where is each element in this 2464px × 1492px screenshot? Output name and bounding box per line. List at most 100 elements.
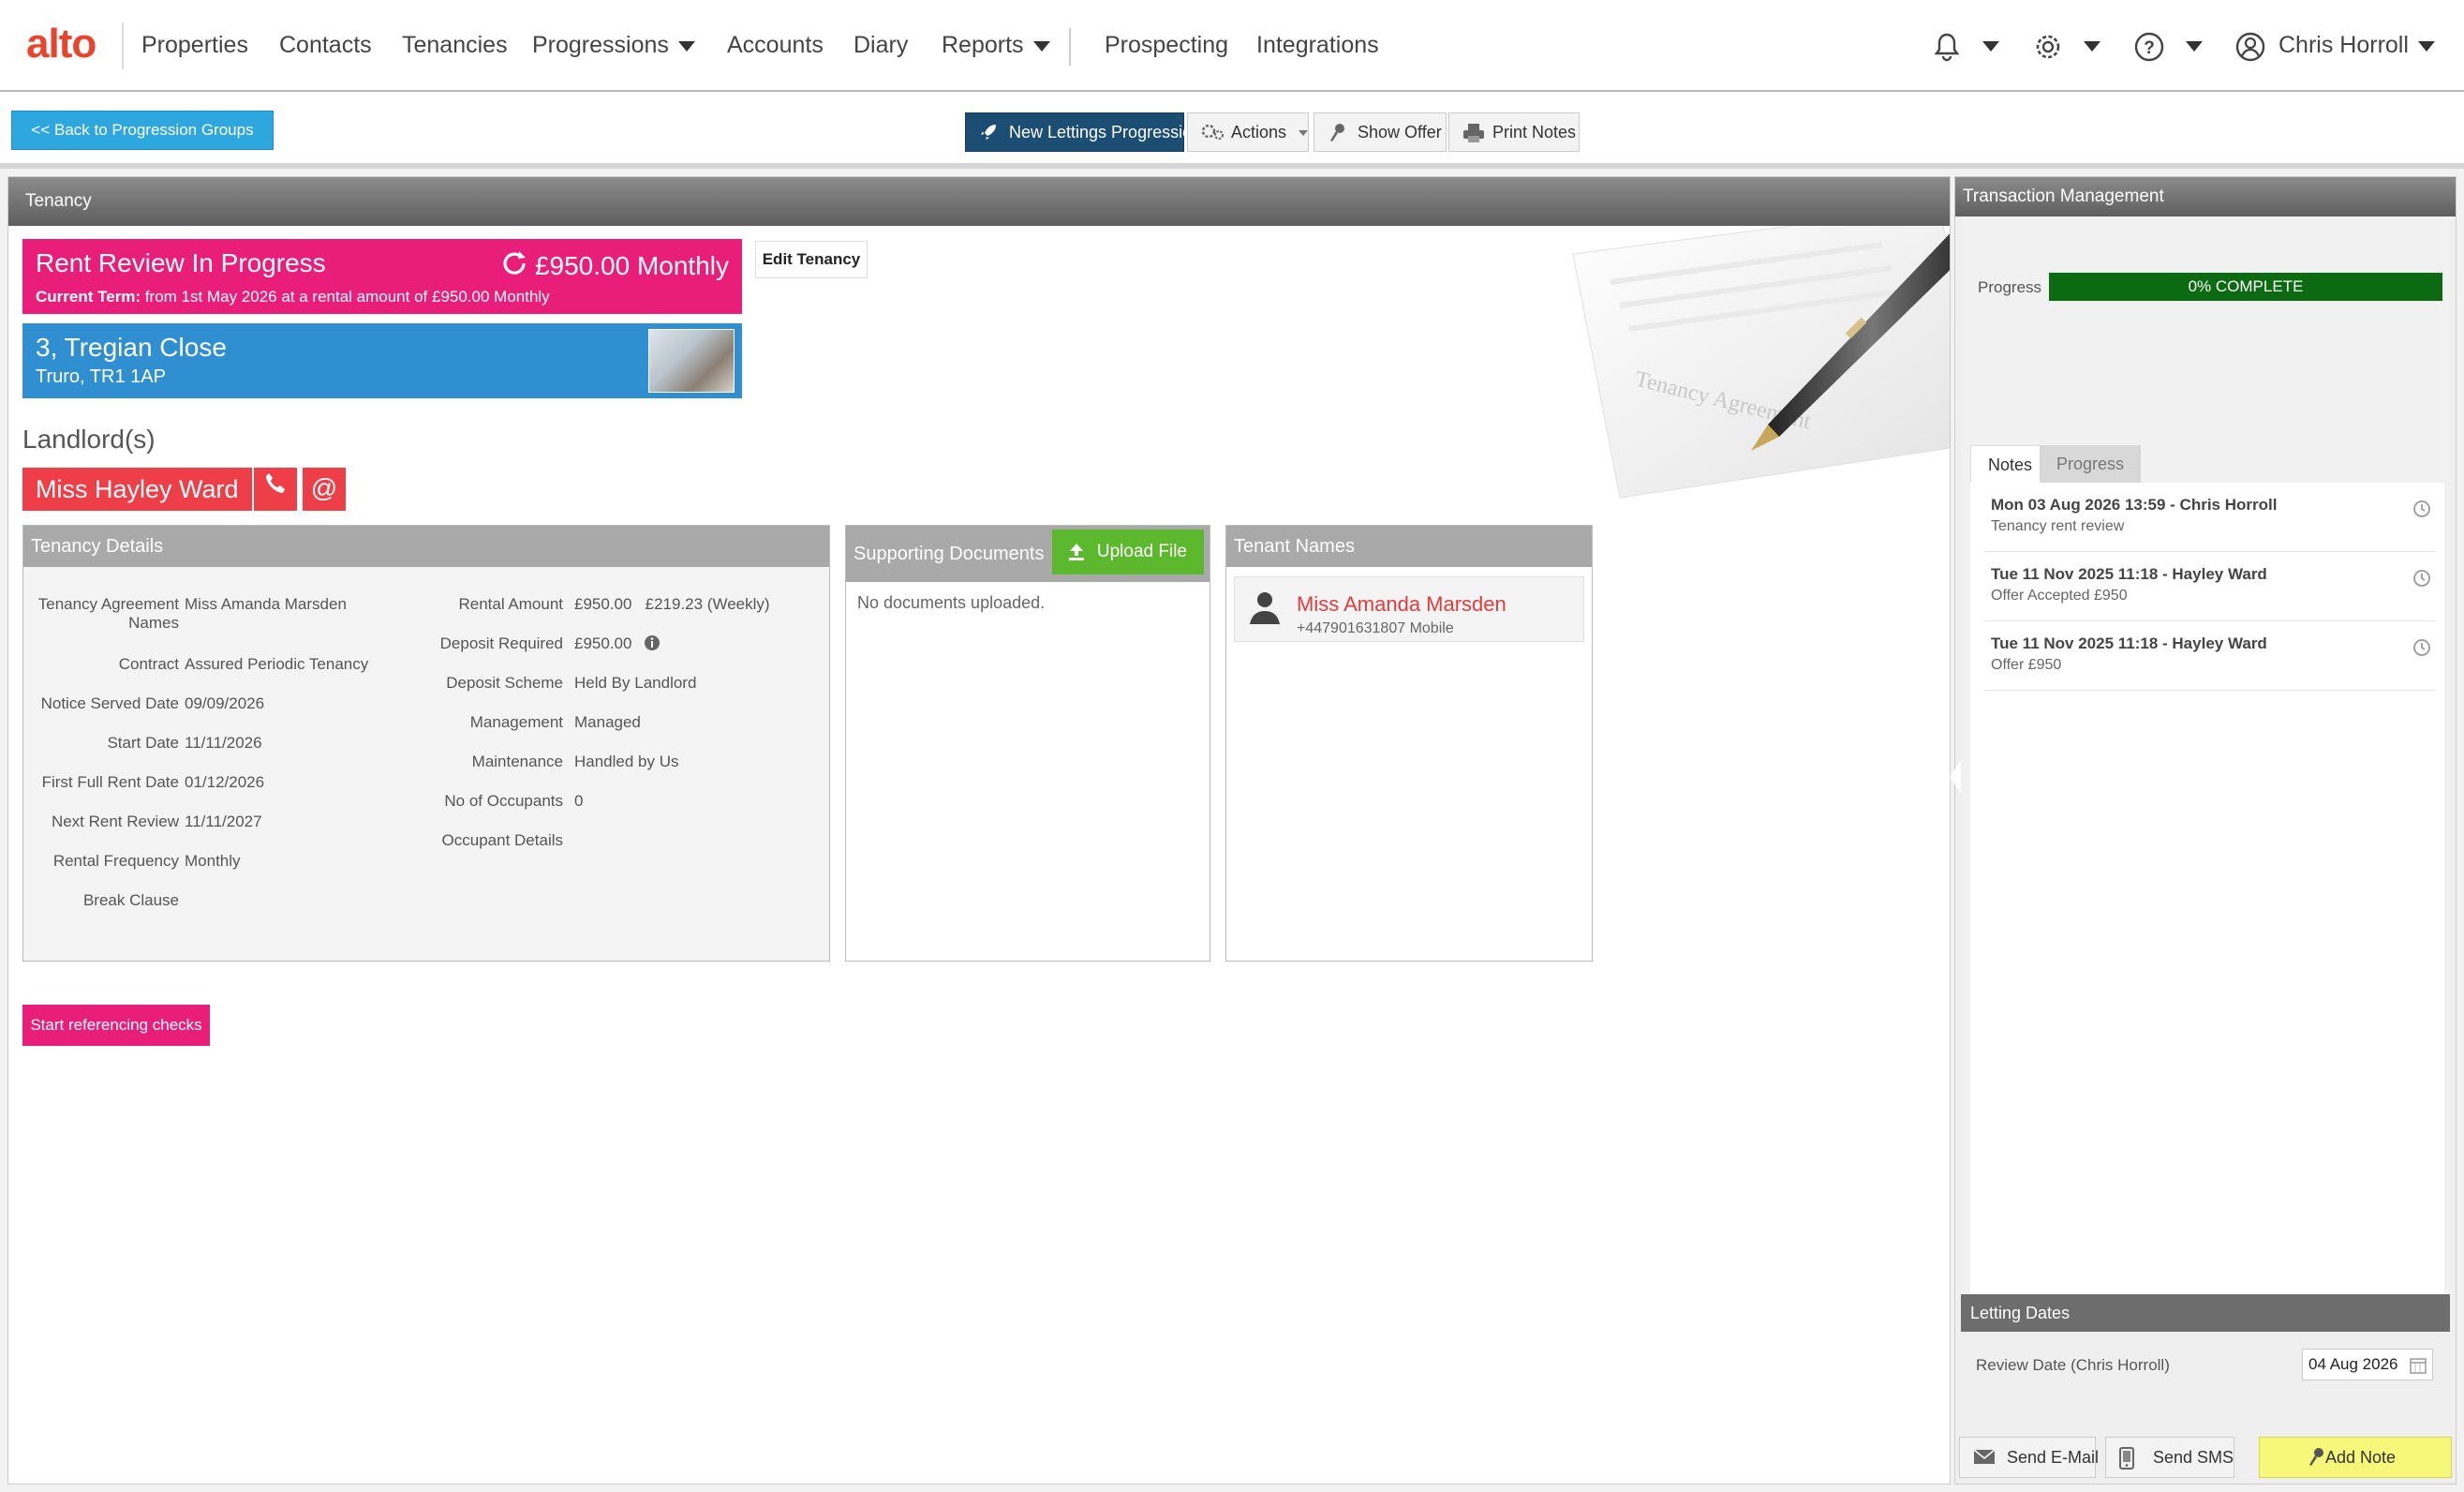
chevron-down-icon[interactable]: [2084, 41, 2100, 52]
property-card[interactable]: 3, Tregian Close Truro, TR1 1AP: [22, 323, 742, 398]
nav-reports[interactable]: Reports: [942, 32, 1050, 59]
detail-label-start-date: Start Date: [107, 734, 179, 752]
nav-accounts[interactable]: Accounts: [727, 32, 824, 59]
calendar-icon[interactable]: [2410, 1357, 2427, 1374]
user-menu[interactable]: Chris Horroll: [2278, 32, 2435, 59]
detail-label-notice-served: Notice Served Date: [40, 694, 179, 712]
send-email-button[interactable]: Send E-Mail: [1959, 1437, 2099, 1478]
logo-divider: [122, 22, 124, 69]
toolbar: << Back to Progression Groups New Lettin…: [0, 92, 2464, 169]
nav-progressions[interactable]: Progressions: [532, 32, 695, 59]
tab-notes[interactable]: Notes: [1970, 445, 2051, 483]
nav-progressions-label: Progressions: [532, 32, 669, 58]
chevron-down-icon[interactable]: [1982, 41, 1999, 52]
start-referencing-checks-button[interactable]: Start referencing checks: [22, 1005, 210, 1046]
pen-icon: [2309, 1448, 2323, 1466]
detail-value-deposit-scheme: Held By Landlord: [574, 674, 697, 692]
rent-review-status: Rent Review In Progress: [36, 248, 326, 277]
current-term-label: Current Term:: [36, 288, 141, 306]
detail-value-deposit-required: £950.00: [574, 634, 661, 653]
add-note-button[interactable]: Add Note: [2259, 1437, 2452, 1478]
info-icon[interactable]: [644, 634, 661, 651]
rental-amount-monthly: £950.00: [574, 595, 632, 613]
user-circle-icon: [2235, 32, 2265, 62]
tenant-name[interactable]: Miss Amanda Marsden: [1297, 592, 1507, 617]
back-to-progression-groups-button[interactable]: << Back to Progression Groups: [11, 111, 274, 150]
clock-icon: [2413, 570, 2430, 587]
notes-list: Mon 03 Aug 2026 13:59 - Chris Horroll Te…: [1970, 483, 2444, 1328]
note-item[interactable]: Tue 11 Nov 2025 11:18 - Hayley Ward Offe…: [1983, 552, 2435, 621]
detail-value-maintenance: Handled by Us: [574, 753, 679, 770]
deposit-required-amount: £950.00: [574, 634, 632, 652]
gear-icon: [2036, 35, 2060, 59]
detail-value-agreement-names: Miss Amanda Marsden: [185, 595, 347, 613]
tenant-names-panel: Tenant Names Miss Amanda Marsden +447901…: [1225, 525, 1593, 962]
note-item[interactable]: Tue 11 Nov 2025 11:18 - Hayley Ward Offe…: [1983, 621, 2435, 691]
detail-label-first-rent-date: First Full Rent Date: [41, 773, 179, 791]
detail-label-agreement-names: Tenancy Agreement Names: [38, 595, 179, 633]
rent-amount-value: £950.00 Monthly: [534, 251, 729, 280]
notifications-menu[interactable]: [1930, 30, 1964, 64]
rent-review-status-card[interactable]: Rent Review In Progress £950.00 Monthly …: [22, 239, 742, 314]
current-term: Current Term: from 1st May 2026 at a ren…: [36, 288, 550, 306]
nav-properties[interactable]: Properties: [141, 32, 248, 59]
detail-label-agreement-names-line2: Names: [128, 614, 179, 632]
nav-tenancies[interactable]: Tenancies: [402, 32, 508, 59]
actions-dropdown[interactable]: Actions: [1187, 112, 1309, 152]
landlord-call-button[interactable]: [254, 468, 297, 511]
upload-file-button[interactable]: Upload File: [1051, 530, 1204, 574]
show-offer-button[interactable]: Show Offer: [1314, 112, 1447, 152]
nav-separator: [1069, 28, 1071, 66]
new-lettings-progression-button[interactable]: New Lettings Progression: [965, 112, 1201, 152]
detail-value-next-rent-review: 11/11/2027: [185, 813, 262, 830]
phone-icon: [266, 473, 285, 493]
tenancy-panel: Tenancy Tenancy Agreement Rent Review In…: [7, 176, 1951, 1485]
caret-down-icon: [1299, 130, 1309, 137]
documents-list: No documents uploaded.: [846, 582, 1210, 961]
edit-tenancy-button[interactable]: Edit Tenancy: [755, 241, 868, 278]
nav-contacts[interactable]: Contacts: [279, 32, 372, 59]
landlord-email-button[interactable]: @: [303, 468, 346, 511]
review-date-value: 04 Aug 2026: [2308, 1355, 2398, 1373]
property-address-line2: Truro, TR1 1AP: [36, 366, 166, 387]
settings-menu[interactable]: [2031, 30, 2065, 64]
note-title: Mon 03 Aug 2026 13:59 - Chris Horroll: [1991, 496, 2278, 514]
nav-integrations[interactable]: Integrations: [1256, 32, 1379, 59]
review-date-field[interactable]: 04 Aug 2026: [2302, 1349, 2433, 1380]
progress-bar: 0% COMPLETE: [2049, 273, 2442, 301]
detail-label-agreement-names-line1: Tenancy Agreement: [37, 595, 179, 613]
detail-label-next-rent-review: Next Rent Review: [51, 813, 179, 830]
clock-icon: [2413, 639, 2430, 656]
detail-label-deposit-scheme: Deposit Scheme: [446, 674, 563, 692]
send-sms-label: Send SMS: [2153, 1448, 2234, 1467]
refresh-icon: [503, 251, 526, 275]
property-thumbnail[interactable]: [648, 329, 735, 393]
nav-prospecting[interactable]: Prospecting: [1105, 32, 1228, 59]
person-icon: [1250, 592, 1280, 624]
detail-value-rental-amount: £950.00 £219.23 (Weekly): [574, 595, 770, 614]
user-avatar[interactable]: [2234, 30, 2267, 64]
tab-progress[interactable]: Progress: [2040, 445, 2142, 483]
send-sms-button[interactable]: Send SMS: [2105, 1437, 2234, 1478]
detail-value-notice-served: 09/09/2026: [185, 694, 265, 712]
detail-label-contract: Contract: [118, 655, 179, 673]
detail-label-maintenance: Maintenance: [471, 753, 563, 770]
chevron-down-icon[interactable]: [2186, 41, 2203, 52]
add-note-label: Add Note: [2325, 1448, 2397, 1467]
nav-diary[interactable]: Diary: [853, 32, 908, 59]
tenant-phone: +447901631807 Mobile: [1297, 620, 1454, 636]
clock-icon: [2413, 500, 2430, 517]
nav-reports-label: Reports: [942, 32, 1024, 58]
tenant-card[interactable]: Miss Amanda Marsden +447901631807 Mobile: [1234, 576, 1584, 642]
rent-amount: £950.00 Monthly: [499, 248, 729, 281]
top-navigation: alto Properties Contacts Tenancies Progr…: [0, 0, 2464, 92]
supporting-documents-title-text: Supporting Documents: [853, 544, 1045, 564]
show-offer-label: Show Offer: [1358, 123, 1442, 142]
landlord-name-button[interactable]: Miss Hayley Ward: [22, 468, 252, 511]
help-menu[interactable]: ?: [2132, 30, 2166, 64]
print-notes-button[interactable]: Print Notes: [1448, 112, 1580, 152]
tenancy-panel-title: Tenancy: [8, 177, 1950, 226]
letting-dates-title: Letting Dates: [1961, 1294, 2450, 1332]
alto-logo[interactable]: alto: [26, 21, 96, 67]
note-item[interactable]: Mon 03 Aug 2026 13:59 - Chris Horroll Te…: [1983, 483, 2435, 552]
